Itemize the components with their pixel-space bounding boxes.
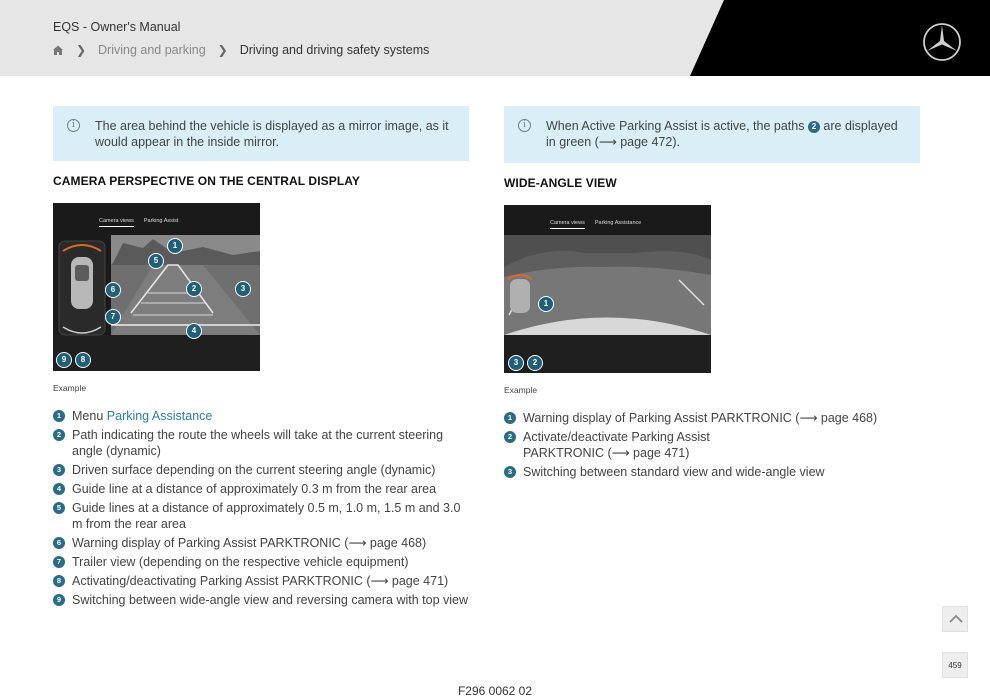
left-column: i The area behind the vehicle is display… <box>53 106 469 611</box>
legend-text: Trailer view (depending on the respectiv… <box>72 555 409 569</box>
wide-angle-image: Camera views Parking Assistance 1 3 2 <box>504 205 711 373</box>
legend-text: Guide line at a distance of approximatel… <box>72 482 437 496</box>
mercedes-star-logo <box>922 22 962 62</box>
example-caption: Example <box>53 383 87 393</box>
chevron-right-icon: ❯ <box>217 43 228 57</box>
scroll-to-top-button[interactable] <box>942 606 968 632</box>
legend-item: 1 Menu Parking Assistance <box>53 408 469 424</box>
section-title-wide-angle: WIDE-ANGLE VIEW <box>504 176 617 190</box>
camera-views-tab: Camera views <box>99 218 134 227</box>
legend-number: 3 <box>504 466 516 478</box>
parking-assistance-tab: Parking Assistance <box>594 220 642 226</box>
legend-item: 3 Driven surface depending on the current… <box>53 462 469 478</box>
right-column: i When Active Parking Assist is active, … <box>504 106 920 483</box>
info-text: The area behind the vehicle is displayed… <box>95 119 449 149</box>
legend-item: 8 Activating/deactivating Parking Assist … <box>53 573 469 589</box>
legend-number: 4 <box>53 483 65 495</box>
info-icon: i <box>67 119 80 132</box>
parking-assist-tab: Parking Assist <box>143 218 179 224</box>
camera-perspective-image: Camera views Parking Assist 1 5 6 2 3 7 … <box>53 203 260 371</box>
legend-text: Path indicating the route the wheels wil… <box>72 428 444 458</box>
legend-number: 5 <box>53 502 65 514</box>
legend-item: 7 Trailer view (depending on the respecti… <box>53 554 469 570</box>
breadcrumb-driving-and-parking[interactable]: Driving and parking <box>98 43 206 57</box>
wide-angle-screen-tabs: Camera views Parking Assistance <box>550 220 641 229</box>
legend-number: 8 <box>53 575 65 587</box>
legend-text: Driven surface depending on the current … <box>72 463 436 477</box>
legend-item: 6 Warning display of Parking Assist PARKT… <box>53 535 469 551</box>
legend-number: 9 <box>53 594 65 606</box>
legend-text[interactable]: Activating/deactivating Parking Assist P… <box>72 574 448 588</box>
legend-text: Switching between standard view and wide… <box>523 465 825 479</box>
legend-item: 5 Guide lines at a distance of approximat… <box>53 500 469 532</box>
legend-list-left: 1 Menu Parking Assistance 2 Path indicatin… <box>53 408 469 608</box>
legend-number: 7 <box>53 556 65 568</box>
legend-item: 3 Switching between standard view and wid… <box>504 464 920 480</box>
legend-text: Guide lines at a distance of approximate… <box>72 501 461 531</box>
camera-views-tab: Camera views <box>550 220 585 229</box>
header-bar: EQS - Owner's Manual ❯ Driving and parki… <box>0 0 990 76</box>
callout-3: 3 <box>508 355 524 371</box>
legend-item: 1 Warning display of Parking Assist PARKT… <box>504 410 920 426</box>
info-text-before: When Active Parking Assist is active, th… <box>546 119 808 133</box>
callout-1: 1 <box>167 238 183 254</box>
wide-angle-scene <box>504 205 711 373</box>
chevron-up-icon <box>949 614 963 623</box>
callout-7: 7 <box>105 309 121 325</box>
inline-number-2: 2 <box>807 121 820 133</box>
breadcrumb-current: Driving and driving safety systems <box>239 43 430 57</box>
example-caption: Example <box>504 385 538 395</box>
legend-text: Switching between wide-angle view and re… <box>72 593 469 607</box>
callout-1: 1 <box>538 296 554 312</box>
callout-9: 9 <box>56 352 72 368</box>
legend-number: 2 <box>53 429 65 441</box>
parking-assistance-link[interactable]: Parking Assistance <box>107 409 213 423</box>
breadcrumb: ❯ Driving and parking ❯ Driving and driv… <box>52 43 429 57</box>
callout-8: 8 <box>75 352 91 368</box>
doc-title: EQS - Owner's Manual <box>53 20 181 34</box>
legend-text: Menu <box>72 409 107 423</box>
callout-3: 3 <box>235 281 251 297</box>
callout-6: 6 <box>105 282 121 298</box>
section-title-camera-perspective: CAMERA PERSPECTIVE ON THE CENTRAL DISPLA… <box>53 174 361 188</box>
legend-text[interactable]: Activate/deactivate Parking Assist PARKT… <box>523 429 793 461</box>
callout-5: 5 <box>148 253 164 269</box>
legend-list-right: 1 Warning display of Parking Assist PARKT… <box>504 410 920 480</box>
callout-2: 2 <box>527 355 543 371</box>
legend-text[interactable]: Warning display of Parking Assist PARKTR… <box>72 536 426 550</box>
info-box-mirror: i The area behind the vehicle is display… <box>53 106 469 161</box>
page-number-badge[interactable]: 459 <box>942 652 968 678</box>
info-box-active-parking: i When Active Parking Assist is active, … <box>504 106 920 163</box>
legend-number: 1 <box>53 410 65 422</box>
legend-item: 2 Activate/deactivate Parking Assist PARK… <box>504 429 920 461</box>
legend-number: 3 <box>53 464 65 476</box>
legend-item: 9 Switching between wide-angle view and r… <box>53 592 469 608</box>
legend-item: 4 Guide line at a distance of approximate… <box>53 481 469 497</box>
figure-code: F296 0062 02 <box>457 684 533 698</box>
legend-text[interactable]: Warning display of Parking Assist PARKTR… <box>523 411 877 425</box>
legend-item: 2 Path indicating the route the wheels wi… <box>53 427 469 459</box>
legend-number: 6 <box>53 537 65 549</box>
callout-2: 2 <box>186 281 202 297</box>
info-icon: i <box>518 119 531 132</box>
legend-number: 2 <box>504 431 516 443</box>
chevron-right-icon: ❯ <box>75 43 87 57</box>
camera-scene <box>53 203 260 371</box>
legend-number: 1 <box>504 412 516 424</box>
home-icon[interactable] <box>52 44 64 56</box>
callout-4: 4 <box>186 323 202 339</box>
camera-screen-tabs: Camera views Parking Assist <box>99 218 178 227</box>
